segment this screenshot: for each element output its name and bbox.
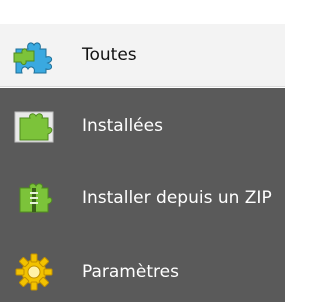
gear-icon <box>12 252 56 292</box>
sidebar-item-all[interactable]: Toutes <box>0 24 285 87</box>
puzzle-zip-icon <box>12 178 56 218</box>
sidebar-item-install-zip[interactable]: Installer depuis un ZIP <box>0 160 285 236</box>
puzzle-piece-icon <box>12 35 56 75</box>
sidebar-item-label: Installées <box>82 115 163 136</box>
puzzle-piece-installed-icon <box>12 106 56 146</box>
sidebar-item-settings[interactable]: Paramètres <box>0 241 285 302</box>
sidebar-item-label: Paramètres <box>82 261 179 282</box>
sidebar-item-installed[interactable]: Installées <box>0 98 285 153</box>
sidebar-item-label: Installer depuis un ZIP <box>82 188 272 208</box>
sidebar-item-label: Toutes <box>82 45 137 65</box>
sidebar-nav: Toutes Installées Installer depuis un ZI… <box>0 0 285 302</box>
